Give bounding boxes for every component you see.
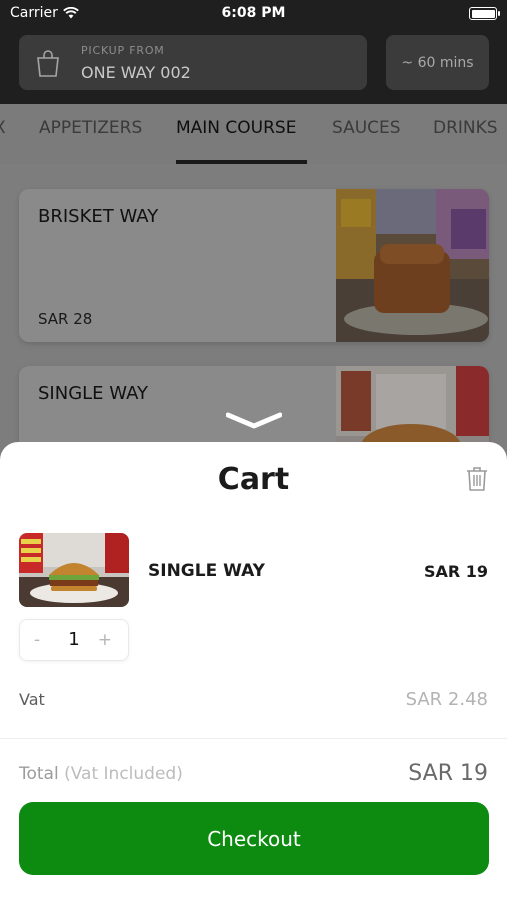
pickup-location-selector[interactable]: PICKUP FROM ONE WAY 002 <box>19 35 367 90</box>
battery-icon <box>469 7 500 20</box>
clock: 6:08 PM <box>221 5 286 21</box>
shopping-bag-icon <box>37 50 59 77</box>
cart-title: Cart <box>217 462 290 497</box>
vat-label: Vat <box>19 690 45 709</box>
vat-value: SAR 2.48 <box>405 689 488 710</box>
cart-item-name: SINGLE WAY <box>148 561 265 581</box>
trash-icon[interactable] <box>466 466 488 492</box>
quantity-stepper: - 1 + <box>19 619 129 661</box>
category-tabs: X APPETIZERS MAIN COURSE SAUCES DRINKS <box>0 104 507 164</box>
pickup-label: PICKUP FROM <box>81 44 165 57</box>
top-header: PICKUP FROM ONE WAY 002 ~ 60 mins <box>0 28 507 104</box>
menu-item-name: BRISKET WAY <box>38 206 159 227</box>
tab-sauces[interactable]: SAUCES <box>332 118 401 138</box>
tab-main-course[interactable]: MAIN COURSE <box>176 118 296 138</box>
checkout-button[interactable]: Checkout <box>19 802 489 875</box>
divider <box>0 738 507 739</box>
cart-item-photo <box>19 533 129 607</box>
menu-item-name: SINGLE WAY <box>38 383 148 404</box>
increase-quantity-button[interactable]: + <box>98 630 112 650</box>
total-value: SAR 19 <box>408 761 488 786</box>
menu-item-photo <box>336 189 489 342</box>
status-bar: Carrier 6:08 PM <box>0 0 507 28</box>
cart-item-price: SAR 19 <box>423 562 488 581</box>
tab-partial[interactable]: X <box>0 118 6 138</box>
tab-drinks[interactable]: DRINKS <box>433 118 498 138</box>
eta-button[interactable]: ~ 60 mins <box>386 35 489 90</box>
pickup-branch: ONE WAY 002 <box>81 63 191 82</box>
menu-item-card[interactable]: BRISKET WAY SAR 28 <box>19 189 489 342</box>
chevron-down-icon[interactable] <box>226 412 282 430</box>
total-label-text: Total <box>19 764 59 784</box>
menu-item-price: SAR 28 <box>38 310 93 328</box>
cart-sheet: Cart SINGLE WAY SAR 19 - 1 + Vat SAR 2.4… <box>0 442 507 900</box>
total-label-note: (Vat Included) <box>64 764 183 784</box>
tab-appetizers[interactable]: APPETIZERS <box>39 118 142 138</box>
total-label: Total (Vat Included) <box>19 764 183 784</box>
